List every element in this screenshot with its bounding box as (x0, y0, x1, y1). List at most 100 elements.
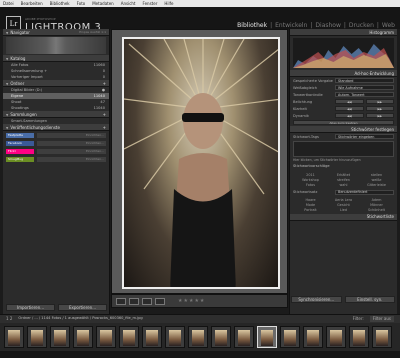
filmstrip-thumbnail[interactable] (372, 326, 392, 348)
keyword-chip[interactable]: 2011 (295, 173, 326, 177)
rating-stars[interactable]: ★★★★★ (178, 298, 205, 304)
clarity-up[interactable]: ▶▶ (365, 106, 394, 111)
collections-header[interactable]: ▼ Sammlungen + (3, 111, 109, 118)
filmstrip-thumbnail[interactable] (73, 326, 93, 348)
sync-settings-button[interactable]: Einstell. syn. (344, 296, 395, 303)
keyword-chip[interactable]: Mode (295, 203, 326, 207)
quick-develop-header[interactable]: Ad-hoc-Entwicklung (290, 70, 397, 77)
filter-label: Filter: (352, 316, 364, 321)
tags-dropdown[interactable]: Stichwörter eingeben (335, 134, 394, 139)
keyword-chip[interactable]: streifen (328, 178, 359, 182)
keyword-chip[interactable]: Gitterleiste (361, 183, 392, 187)
survey-view-icon[interactable] (155, 297, 165, 305)
keyword-chip[interactable]: Lied (328, 208, 359, 212)
filmstrip-thumbnail[interactable] (280, 326, 300, 348)
menu-item[interactable]: Bearbeiten (21, 1, 43, 6)
filmstrip-thumbnail[interactable] (4, 326, 24, 348)
wb-dropdown[interactable]: Wie Aufnahme (335, 85, 394, 90)
compare-view-icon[interactable] (142, 297, 152, 305)
sync-button[interactable]: Synchronisieren... (291, 296, 342, 303)
keyword-chip[interactable]: Adem (361, 198, 392, 202)
filmstrip-thumbnail[interactable] (96, 326, 116, 348)
keyword-chip[interactable]: Portrait (295, 208, 326, 212)
filmstrip-thumbnail[interactable] (326, 326, 346, 348)
keyword-box[interactable] (293, 141, 394, 157)
module-tab[interactable]: Diashow (315, 22, 340, 29)
vibrance-up[interactable]: ▶▶ (365, 113, 394, 118)
service-setup-button[interactable]: Einrichten... (37, 140, 106, 146)
vibrance-down[interactable]: ◀◀ (335, 113, 364, 118)
publish-service[interactable]: Flickr Einrichten... (3, 147, 109, 155)
export-button[interactable]: Exportieren... (58, 304, 107, 311)
source-path[interactable]: Ordner / ... / 1144 Fotos / 1 ausgewählt… (18, 317, 142, 321)
keyword-chip[interactable]: Schönheit (361, 208, 392, 212)
menu-item[interactable]: Metadaten (92, 1, 114, 6)
module-tab[interactable]: Bibliothek (237, 22, 267, 29)
filter-dropdown[interactable]: Filter aus (369, 316, 394, 322)
service-logo: Facebook (6, 140, 34, 146)
keyword-set-dropdown[interactable]: Benutzerdefiniert (335, 189, 394, 195)
publish-service[interactable]: Facebook Einrichten... (3, 139, 109, 147)
page-indicator[interactable]: 1 2 (6, 317, 12, 321)
keyword-chip[interactable]: Workshop (295, 178, 326, 182)
keyword-chip[interactable]: stellen (361, 173, 392, 177)
suggestions-title: Stichwortvorschläge (293, 164, 330, 169)
folders-header[interactable]: ▼ Ordner + (3, 80, 109, 87)
menu-item[interactable]: Hilfe (164, 1, 173, 6)
right-panel: Histogramm Ad-hoc-Entwicklung Gespeicher… (289, 29, 397, 314)
main-photo[interactable] (122, 37, 280, 289)
menu-item[interactable]: Ansicht (121, 1, 136, 6)
service-setup-button[interactable]: Einrichten... (37, 132, 106, 138)
module-tab[interactable]: Web (382, 22, 395, 29)
filmstrip-thumbnail[interactable] (234, 326, 254, 348)
publish-service[interactable]: SmugMug Einrichten... (3, 155, 109, 163)
publish-service[interactable]: Festplatte Einrichten... (3, 131, 109, 139)
filmstrip-thumbnail[interactable] (211, 326, 231, 348)
reset-all-button[interactable]: Alles zurücksetzen (293, 120, 394, 125)
grid-view-icon[interactable] (116, 297, 126, 305)
keyword-chip[interactable]: weiße (361, 178, 392, 182)
auto-tone-button[interactable]: Autom. Tonwert (335, 92, 394, 97)
publish-header[interactable]: ▼ Veröffentlichungsdienste + (3, 124, 109, 131)
exposure-down[interactable]: ◀◀ (335, 99, 364, 104)
catalog-header[interactable]: ▼ Katalog (3, 55, 109, 62)
keyword-chip[interactable]: Gesicht (328, 203, 359, 207)
module-tab[interactable]: Drucken (349, 22, 374, 29)
keywording-header[interactable]: Stichwörter festlegen (290, 126, 397, 133)
menu-item[interactable]: Foto (77, 1, 86, 6)
filmstrip-thumbnail[interactable] (188, 326, 208, 348)
thumbnail-image (77, 330, 89, 346)
filmstrip-thumbnail[interactable] (27, 326, 47, 348)
navigator-preview[interactable] (6, 37, 106, 54)
filmstrip-thumbnail[interactable] (165, 326, 185, 348)
filmstrip-thumbnail[interactable] (142, 326, 162, 348)
keyword-chip[interactable]: Fotos (295, 183, 326, 187)
filmstrip-bar: 1 2 Ordner / ... / 1144 Fotos / 1 ausgew… (0, 314, 400, 323)
menu-item[interactable]: Fenster (143, 1, 158, 6)
preset-dropdown[interactable]: Standard (335, 78, 394, 83)
keyword-chip[interactable]: Aeria Lera (328, 198, 359, 202)
keyword-chip[interactable]: wahl (328, 183, 359, 187)
navigator-header[interactable]: ▼ Navigator Einpas Ausfüll 1:1 (3, 29, 109, 36)
keyword-list-header[interactable]: Stichwortliste (290, 213, 397, 221)
filmstrip-thumbnail[interactable] (50, 326, 70, 348)
service-setup-button[interactable]: Einrichten... (37, 148, 106, 154)
loupe-view-icon[interactable] (129, 297, 139, 305)
thumbnail-image (146, 330, 158, 346)
service-setup-button[interactable]: Einrichten... (37, 156, 106, 162)
menu-item[interactable]: Datei (3, 1, 14, 6)
clarity-down[interactable]: ◀◀ (335, 106, 364, 111)
menu-item[interactable]: Bibliothek (50, 1, 70, 6)
histogram-header[interactable]: Histogramm (290, 29, 397, 36)
exposure-up[interactable]: ▶▶ (365, 99, 394, 104)
filmstrip-thumbnail[interactable] (349, 326, 369, 348)
keyword-chip[interactable]: Erkältet (328, 173, 359, 177)
module-tab[interactable]: Entwickeln (275, 22, 307, 29)
filmstrip-thumbnail[interactable] (303, 326, 323, 348)
thumbnail-image (353, 330, 365, 346)
import-button[interactable]: Importieren... (6, 304, 55, 311)
filmstrip-thumbnail[interactable] (119, 326, 139, 348)
filmstrip-thumbnail[interactable] (257, 326, 277, 348)
keyword-chip[interactable]: Männer (361, 203, 392, 207)
keyword-chip[interactable]: Haare (295, 198, 326, 202)
